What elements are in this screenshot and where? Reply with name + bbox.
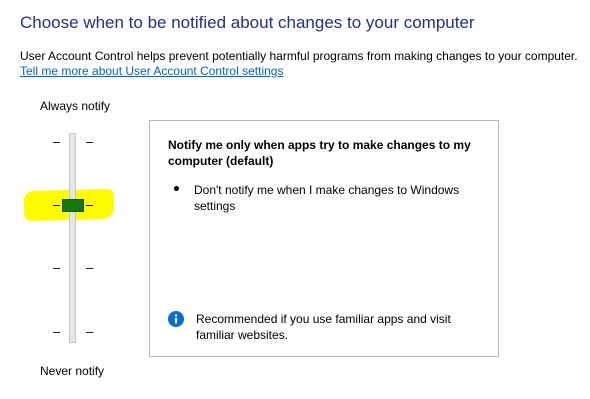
never-notify-label: Never notify [40,364,105,378]
setting-description-panel: Notify me only when apps try to make cha… [149,120,499,357]
slider-tick-right [86,205,93,206]
slider-thumb[interactable] [62,199,84,212]
slider-tick-right [86,332,93,333]
recommendation-text: Recommended if you use familiar apps and… [196,312,451,342]
always-notify-label: Always notify [40,99,111,113]
slider-tick-left [53,332,60,333]
slider-tick-right [86,142,93,143]
slider-tick-left [53,268,60,269]
page-description: User Account Control helps prevent poten… [20,49,578,63]
setting-title: Notify me only when apps try to make cha… [168,138,471,168]
slider-tick-right [86,268,93,269]
slider-tick-left [53,142,60,143]
uac-help-link[interactable]: Tell me more about User Account Control … [20,64,283,78]
bullet-dot [174,186,179,191]
slider-tick-left [53,205,60,206]
slider-track[interactable] [69,133,76,343]
info-icon [168,311,184,327]
page-title: Choose when to be notified about changes… [20,13,475,32]
setting-bullet-text: Don't notify me when I make changes to W… [194,183,460,213]
